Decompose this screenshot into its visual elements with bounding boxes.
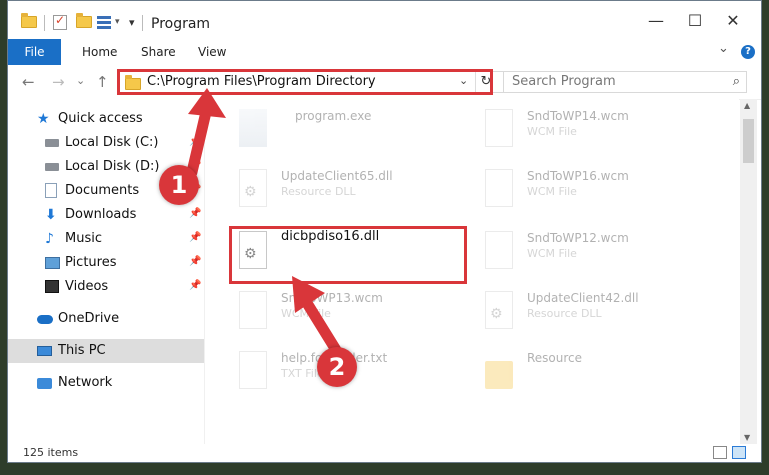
tab-home[interactable]: Home	[82, 39, 117, 65]
details-view-icon[interactable]	[713, 446, 727, 459]
customize-toolbar-icon[interactable]: ▾	[129, 13, 135, 31]
minimize-button[interactable]: —	[642, 11, 670, 33]
file-tab[interactable]: File	[8, 39, 61, 65]
pin-icon: 📌	[189, 280, 202, 291]
file-item-resource-folder[interactable]: Resource	[475, 347, 711, 397]
sidebar-item-local-disk-c[interactable]: Local Disk (C:) 📌	[8, 131, 204, 155]
search-input[interactable]: Search Program	[512, 74, 616, 89]
file-icon	[485, 109, 513, 147]
sidebar-item-quick-access[interactable]: ★ Quick access	[8, 107, 204, 131]
maximize-button[interactable]: ☐	[681, 11, 709, 33]
disk-icon	[45, 135, 61, 151]
vertical-scrollbar[interactable]: ▲ ▼	[740, 99, 757, 444]
file-item-sndtowp13[interactable]: SndToWP13.wcm WCM File	[229, 287, 465, 337]
sidebar-item-downloads[interactable]: ⬇ Downloads 📌	[8, 203, 204, 227]
pin-icon: 📌	[189, 232, 202, 243]
step-1-badge: 1	[159, 165, 199, 205]
search-box[interactable]: Search Program ⌕	[503, 71, 747, 93]
scroll-down-icon[interactable]: ▼	[744, 433, 750, 442]
ribbon-expand-icon[interactable]: ⌄	[718, 41, 729, 56]
pictures-icon	[45, 255, 61, 271]
file-item-program-exe[interactable]: program.exe	[229, 105, 465, 155]
title-bar: ▾ ▾ Program — ☐ ✕	[8, 1, 761, 39]
tab-share[interactable]: Share	[141, 39, 176, 65]
documents-icon	[45, 183, 61, 199]
up-arrow-icon[interactable]: ↑	[96, 73, 109, 91]
tab-view[interactable]: View	[198, 39, 226, 65]
scroll-thumb[interactable]	[743, 119, 754, 163]
file-icon	[239, 351, 267, 389]
folder-icon	[21, 13, 37, 31]
onedrive-icon	[37, 311, 53, 327]
file-item-updateclient42[interactable]: UpdateClient42.dll Resource DLL	[475, 287, 711, 337]
sidebar-item-pictures[interactable]: Pictures 📌	[8, 251, 204, 275]
properties-check-icon[interactable]	[53, 13, 67, 31]
item-count: 125 items	[23, 446, 79, 459]
folder-icon	[485, 361, 513, 389]
file-icon	[239, 291, 267, 329]
search-icon[interactable]: ⌕	[733, 74, 740, 89]
forward-arrow-icon[interactable]: →	[52, 73, 65, 91]
status-bar: 125 items	[8, 444, 761, 462]
large-icons-view-icon[interactable]	[732, 446, 746, 459]
help-icon[interactable]: ?	[741, 45, 755, 59]
file-highlight-box	[229, 226, 467, 284]
close-button[interactable]: ✕	[719, 11, 747, 33]
sidebar-item-this-pc[interactable]: This PC	[8, 339, 204, 363]
ribbon: File Home Share View ⌄	[8, 39, 761, 65]
disk-icon	[45, 159, 61, 175]
sidebar-item-onedrive[interactable]: OneDrive	[8, 307, 204, 331]
pin-icon: 📌	[189, 256, 202, 267]
scroll-up-icon[interactable]: ▲	[744, 101, 750, 110]
this-pc-icon	[37, 343, 53, 359]
dll-icon	[239, 169, 267, 207]
file-item-sndtowp16[interactable]: SndToWP16.wcm WCM File	[475, 165, 711, 215]
qa-dropdown-icon[interactable]: ▾	[115, 13, 120, 31]
music-icon: ♪	[45, 231, 54, 247]
recent-locations-icon[interactable]: ⌄	[76, 74, 85, 87]
file-item-sndtowp12[interactable]: SndToWP12.wcm WCM File	[475, 227, 711, 277]
sidebar-item-music[interactable]: ♪ Music 📌	[8, 227, 204, 251]
sidebar-item-network[interactable]: Network	[8, 371, 204, 395]
file-icon	[485, 169, 513, 207]
network-icon	[37, 375, 53, 391]
exe-icon	[239, 109, 267, 147]
properties-icon[interactable]	[97, 13, 111, 31]
pin-icon: 📌	[189, 208, 202, 219]
dll-icon	[485, 291, 513, 329]
file-item-updateclient65[interactable]: UpdateClient65.dll Resource DLL	[229, 165, 465, 215]
file-item-sndtowp14[interactable]: SndToWP14.wcm WCM File	[475, 105, 711, 155]
sidebar-item-videos[interactable]: Videos 📌	[8, 275, 204, 299]
pin-icon: 📌	[189, 136, 202, 147]
navigation-pane: ★ Quick access Local Disk (C:) 📌 Local D…	[8, 99, 204, 444]
file-icon	[485, 231, 513, 269]
step-2-badge: 2	[317, 347, 357, 387]
star-icon: ★	[37, 111, 50, 127]
back-arrow-icon[interactable]: ←	[22, 73, 35, 91]
window-title: Program	[151, 16, 211, 32]
address-highlight-box	[117, 69, 493, 95]
downloads-icon: ⬇	[45, 207, 57, 223]
videos-icon	[45, 279, 61, 295]
new-folder-icon[interactable]	[76, 13, 92, 31]
